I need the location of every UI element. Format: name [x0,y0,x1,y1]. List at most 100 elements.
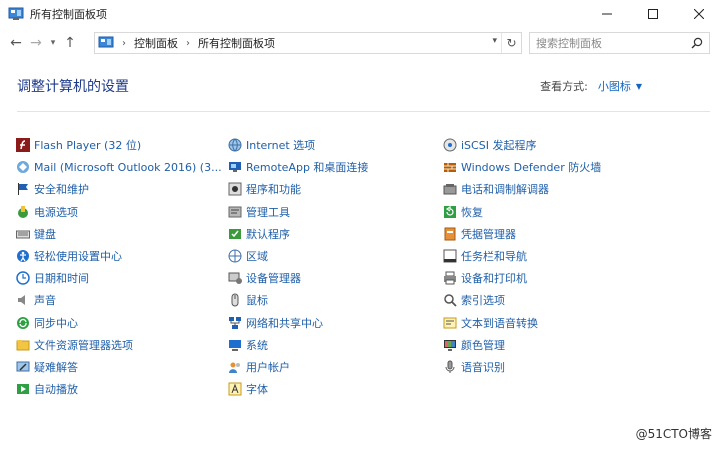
control-panel-item[interactable]: iSCSI 发起程序 [443,134,536,156]
control-panel-item[interactable]: 设备和打印机 [443,267,527,289]
control-panel-item[interactable]: 索引选项 [443,289,505,311]
printer-icon [444,271,456,285]
sync-icon [17,316,29,329]
control-panel-item-label: 声音 [34,294,56,308]
control-panel-item[interactable]: 日期和时间 [16,267,89,289]
control-panel-item-label: 鼠标 [246,294,268,308]
control-panel-item[interactable]: 凭据管理器 [443,223,516,245]
network-icon [229,316,241,329]
control-panel-item[interactable]: 文本到语音转换 [443,312,538,334]
breadcrumb-control-panel[interactable]: 控制面板 [134,35,178,51]
control-panel-item[interactable]: Internet 选项 [228,134,315,156]
chevron-down-icon[interactable]: ▾ [492,36,497,46]
forward-button[interactable]: → [26,32,46,54]
control-panel-item[interactable]: 语音识别 [443,356,505,378]
control-panel-item[interactable]: 用户帐户 [228,356,290,378]
up-button[interactable]: ↑ [60,32,80,54]
control-panel-item-label: RemoteApp 和桌面连接 [246,161,369,175]
control-panel-item-label: 设备管理器 [246,272,301,286]
control-panel-item-label: Flash Player (32 位) [34,139,142,152]
control-panel-item[interactable]: 电源选项 [16,201,78,223]
control-panel-item[interactable]: 轻松使用设置中心 [16,245,122,267]
control-panel-item-label: 文本到语音转换 [461,316,538,330]
control-panel-item[interactable]: 区域 [228,245,268,267]
arrow-up-icon: ↑ [64,35,76,51]
firewall-icon [444,163,456,173]
caret-down-icon[interactable]: ▼ [636,82,642,91]
control-panel-item[interactable]: 字体 [228,378,268,400]
chevron-right-icon[interactable]: › [186,38,190,49]
control-panel-icon [98,36,114,48]
close-button[interactable] [676,0,722,28]
view-mode: 查看方式: 小图标 ▼ [540,78,642,94]
control-panel-item[interactable]: 鼠标 [228,289,268,311]
control-panel-item[interactable]: 程序和功能 [228,178,301,200]
control-panel-item[interactable]: 系统 [228,334,268,356]
control-panel-item[interactable]: 声音 [16,289,56,311]
control-panel-item[interactable]: Flash Player (32 位) [16,134,141,156]
control-panel-item-label: Windows Defender 防火墙 [461,161,602,175]
control-panel-item-label: 自动播放 [34,383,78,397]
recovery-icon [444,205,456,218]
search-icon[interactable] [691,37,703,49]
watermark: @51CTO博客 [635,427,712,441]
control-panel-item[interactable]: 安全和维护 [16,178,89,200]
navigation-bar: ← → ▾ ↑ › 控制面板 › 所有控制面板项 ▾ ↻ [0,28,722,58]
control-panel-item[interactable]: Mail (Microsoft Outlook 2016) (3... [16,156,222,178]
control-panel-item[interactable]: 设备管理器 [228,267,301,289]
control-panel-item[interactable]: 管理工具 [228,201,290,223]
remoteapp-icon [229,162,241,173]
back-button[interactable]: ← [6,32,26,54]
control-panel-item[interactable]: RemoteApp 和桌面连接 [228,156,368,178]
recent-locations-button[interactable]: ▾ [46,32,60,54]
mouse-icon [231,293,239,307]
power-icon [18,205,28,218]
breadcrumb-all-items[interactable]: 所有控制面板项 [198,35,275,51]
minimize-button[interactable] [584,0,630,28]
control-panel-item[interactable]: 恢复 [443,201,483,223]
control-panel-item-label: 安全和维护 [34,183,89,197]
autoplay-icon [17,384,29,395]
control-panel-item-label: 电话和调制解调器 [461,183,549,197]
control-panel-item-label: 同步中心 [34,316,78,330]
credential-icon [444,227,456,241]
control-panel-item-label: 字体 [246,383,268,397]
ease-of-access-icon [17,250,29,262]
refresh-button[interactable]: ↻ [501,33,521,53]
control-panel-item[interactable]: 键盘 [16,223,56,245]
control-panel-item[interactable]: 网络和共享中心 [228,312,323,334]
clock-icon [16,271,30,285]
control-panel-item-label: 管理工具 [246,205,290,219]
view-mode-selector[interactable]: 小图标 [598,78,631,94]
folder-options-icon [16,339,30,351]
taskbar-icon [443,249,457,263]
default-programs-icon [229,228,241,239]
control-panel-item[interactable]: 默认程序 [228,223,290,245]
font-icon [228,382,242,396]
search-input[interactable] [536,36,686,50]
control-panel-item[interactable]: 同步中心 [16,312,78,334]
chevron-right-icon[interactable]: › [122,38,126,49]
control-panel-item[interactable]: 电话和调制解调器 [443,178,549,200]
control-panel-item[interactable]: 文件资源管理器选项 [16,334,133,356]
divider [17,111,710,112]
control-panel-item[interactable]: 颜色管理 [443,334,505,356]
control-panel-item-label: 文件资源管理器选项 [34,338,133,352]
control-panel-item[interactable]: Windows Defender 防火墙 [443,156,601,178]
iscsi-icon [443,138,457,152]
region-icon [228,249,242,263]
address-bar[interactable]: › 控制面板 › 所有控制面板项 ▾ ↻ [94,32,522,54]
control-panel-item-label: 设备和打印机 [461,272,527,286]
control-panel-item-label: 疑难解答 [34,361,78,374]
control-panel-item-label: 默认程序 [246,227,290,241]
search-box[interactable] [529,32,710,54]
control-panel-item-label: 键盘 [34,227,56,241]
mail-icon [17,161,29,174]
maximize-button[interactable] [630,0,676,28]
maximize-icon [648,9,658,19]
control-panel-item[interactable]: 疑难解答 [16,356,78,378]
control-panel-item[interactable]: 任务栏和导航 [443,245,527,267]
device-manager-icon [228,272,242,285]
control-panel-item[interactable]: 自动播放 [16,378,78,400]
color-management-icon [444,339,456,351]
